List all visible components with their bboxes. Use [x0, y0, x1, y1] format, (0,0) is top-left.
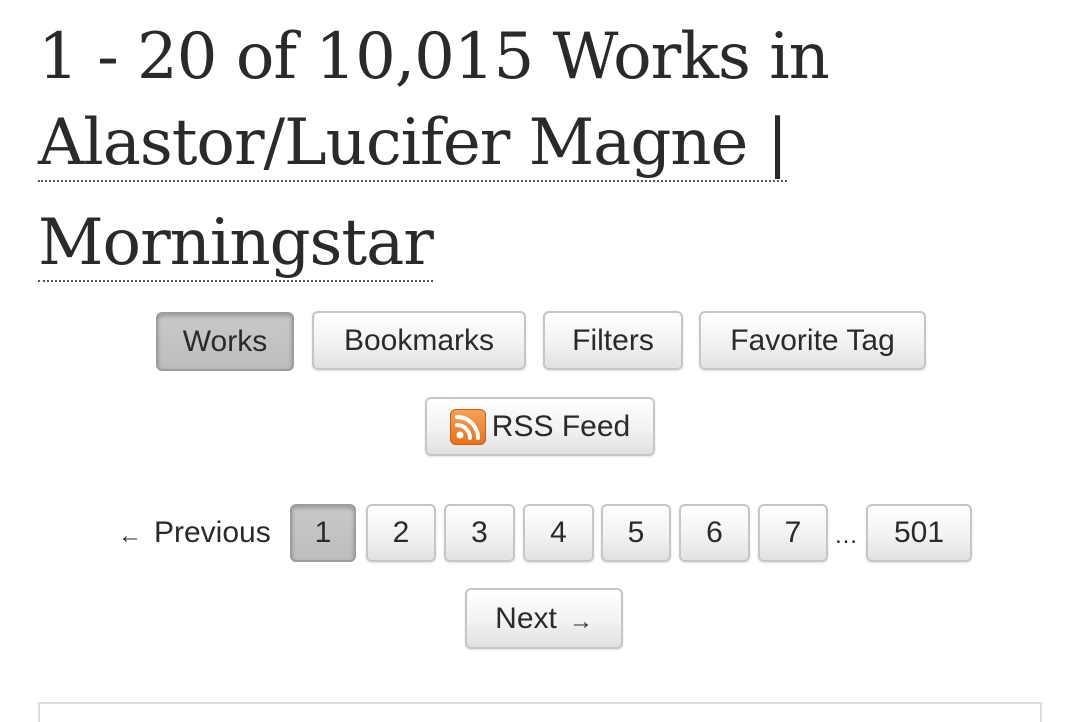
- page-1-button[interactable]: 1: [290, 504, 356, 562]
- previous-label: Previous: [154, 516, 271, 549]
- filters-button[interactable]: Filters: [543, 311, 683, 370]
- favorite-tag-button[interactable]: Favorite Tag: [699, 311, 926, 370]
- page-4-button[interactable]: 4: [523, 504, 594, 562]
- works-count: 1 - 20 of 10,015 Works in: [38, 20, 830, 94]
- works-button[interactable]: Works: [156, 312, 294, 371]
- rss-icon: [449, 408, 486, 445]
- left-arrow-icon: ←: [118, 522, 142, 549]
- works-list-container: [38, 702, 1042, 722]
- rss-feed-label: RSS Feed: [491, 409, 631, 443]
- rss-feed-button[interactable]: RSS Feed: [425, 397, 655, 456]
- next-label: Next: [495, 601, 557, 635]
- tag-link-continued[interactable]: Morningstar: [38, 206, 434, 282]
- page-heading: 1 - 20 of 10,015 Works in Alastor/Lucife…: [38, 14, 1038, 286]
- next-button[interactable]: Next →: [465, 588, 623, 649]
- page-2-button[interactable]: 2: [366, 504, 436, 562]
- right-arrow-icon: →: [568, 607, 593, 635]
- page-501-button[interactable]: 501: [866, 504, 972, 562]
- page-3-button[interactable]: 3: [444, 504, 515, 562]
- tag-link[interactable]: Alastor/Lucifer Magne |: [38, 106, 788, 182]
- previous-link: ← Previous: [118, 509, 271, 557]
- bookmarks-button[interactable]: Bookmarks: [312, 311, 526, 370]
- page-7-button[interactable]: 7: [758, 504, 828, 562]
- page-5-button[interactable]: 5: [601, 504, 671, 562]
- pagination-gap: …: [834, 522, 858, 549]
- page-6-button[interactable]: 6: [679, 504, 750, 562]
